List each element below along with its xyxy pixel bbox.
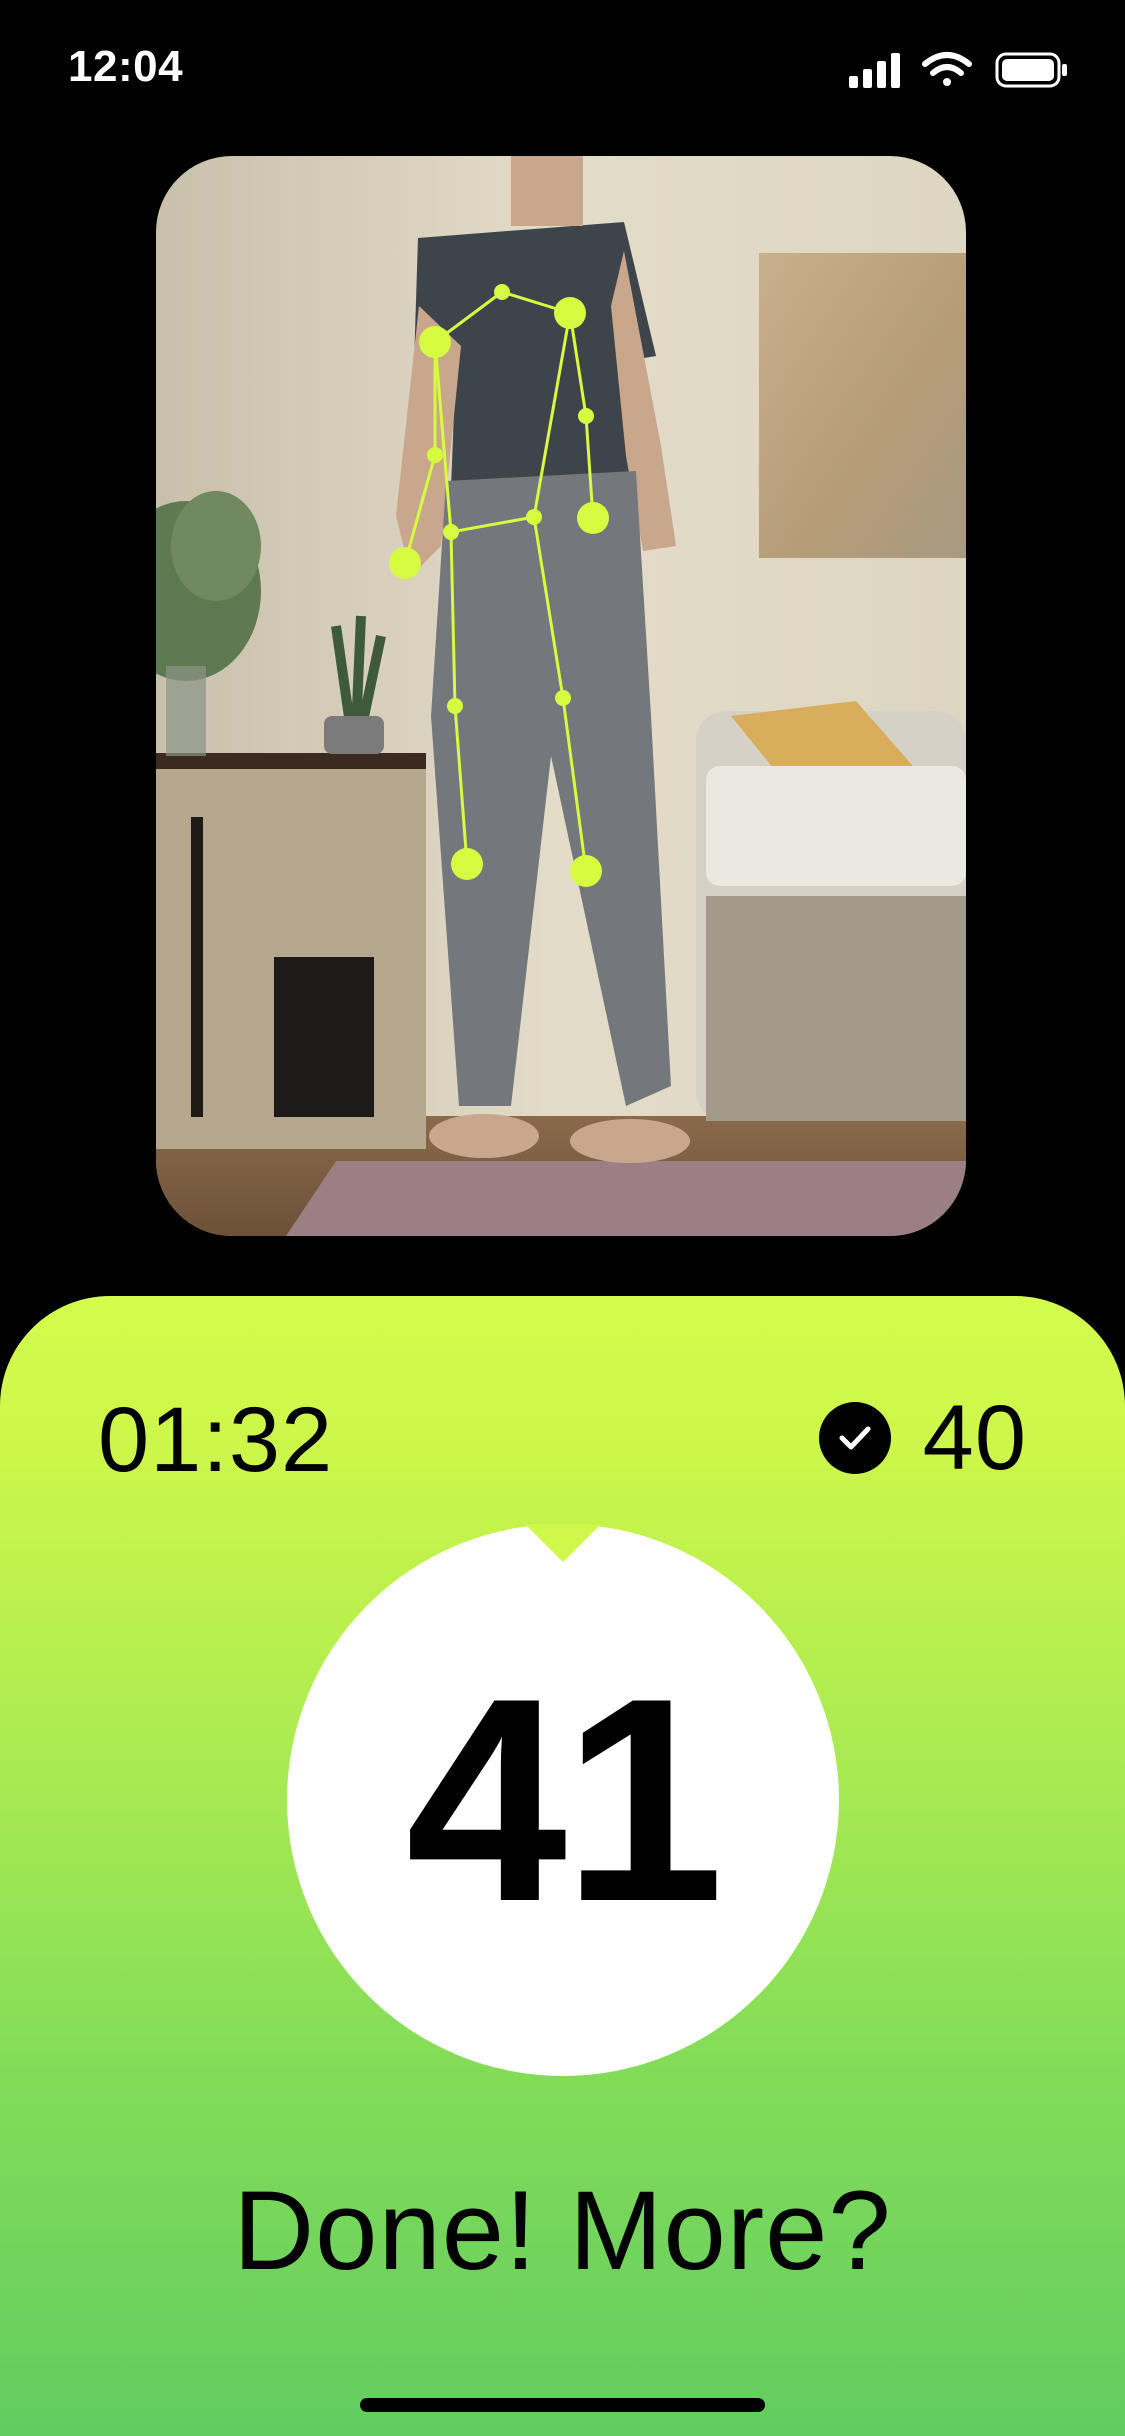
wall-painting bbox=[759, 253, 966, 558]
elapsed-timer: 01:32 bbox=[98, 1389, 334, 1491]
status-bar: 12:04 bbox=[0, 0, 1125, 140]
completed-count: 40 bbox=[818, 1386, 1027, 1489]
sofa bbox=[696, 701, 966, 1121]
rep-counter-dial[interactable]: 41 bbox=[287, 1524, 839, 2076]
current-rep-count: 41 bbox=[405, 1637, 725, 1962]
checkmark-icon bbox=[818, 1402, 891, 1474]
battery-icon bbox=[995, 52, 1067, 88]
camera-preview bbox=[156, 156, 966, 1236]
completed-count-value: 40 bbox=[922, 1386, 1027, 1489]
home-indicator[interactable] bbox=[360, 2398, 765, 2412]
cellular-signal-icon bbox=[849, 53, 900, 88]
workout-screen: 12:04 01:32 40 41 Done! More? bbox=[0, 0, 1125, 2436]
workout-panel: 01:32 40 41 Done! More? bbox=[0, 1296, 1125, 2436]
status-prompt[interactable]: Done! More? bbox=[0, 2166, 1125, 2295]
status-time: 12:04 bbox=[68, 42, 184, 91]
status-icons bbox=[849, 50, 1069, 90]
wifi-icon bbox=[922, 52, 972, 86]
